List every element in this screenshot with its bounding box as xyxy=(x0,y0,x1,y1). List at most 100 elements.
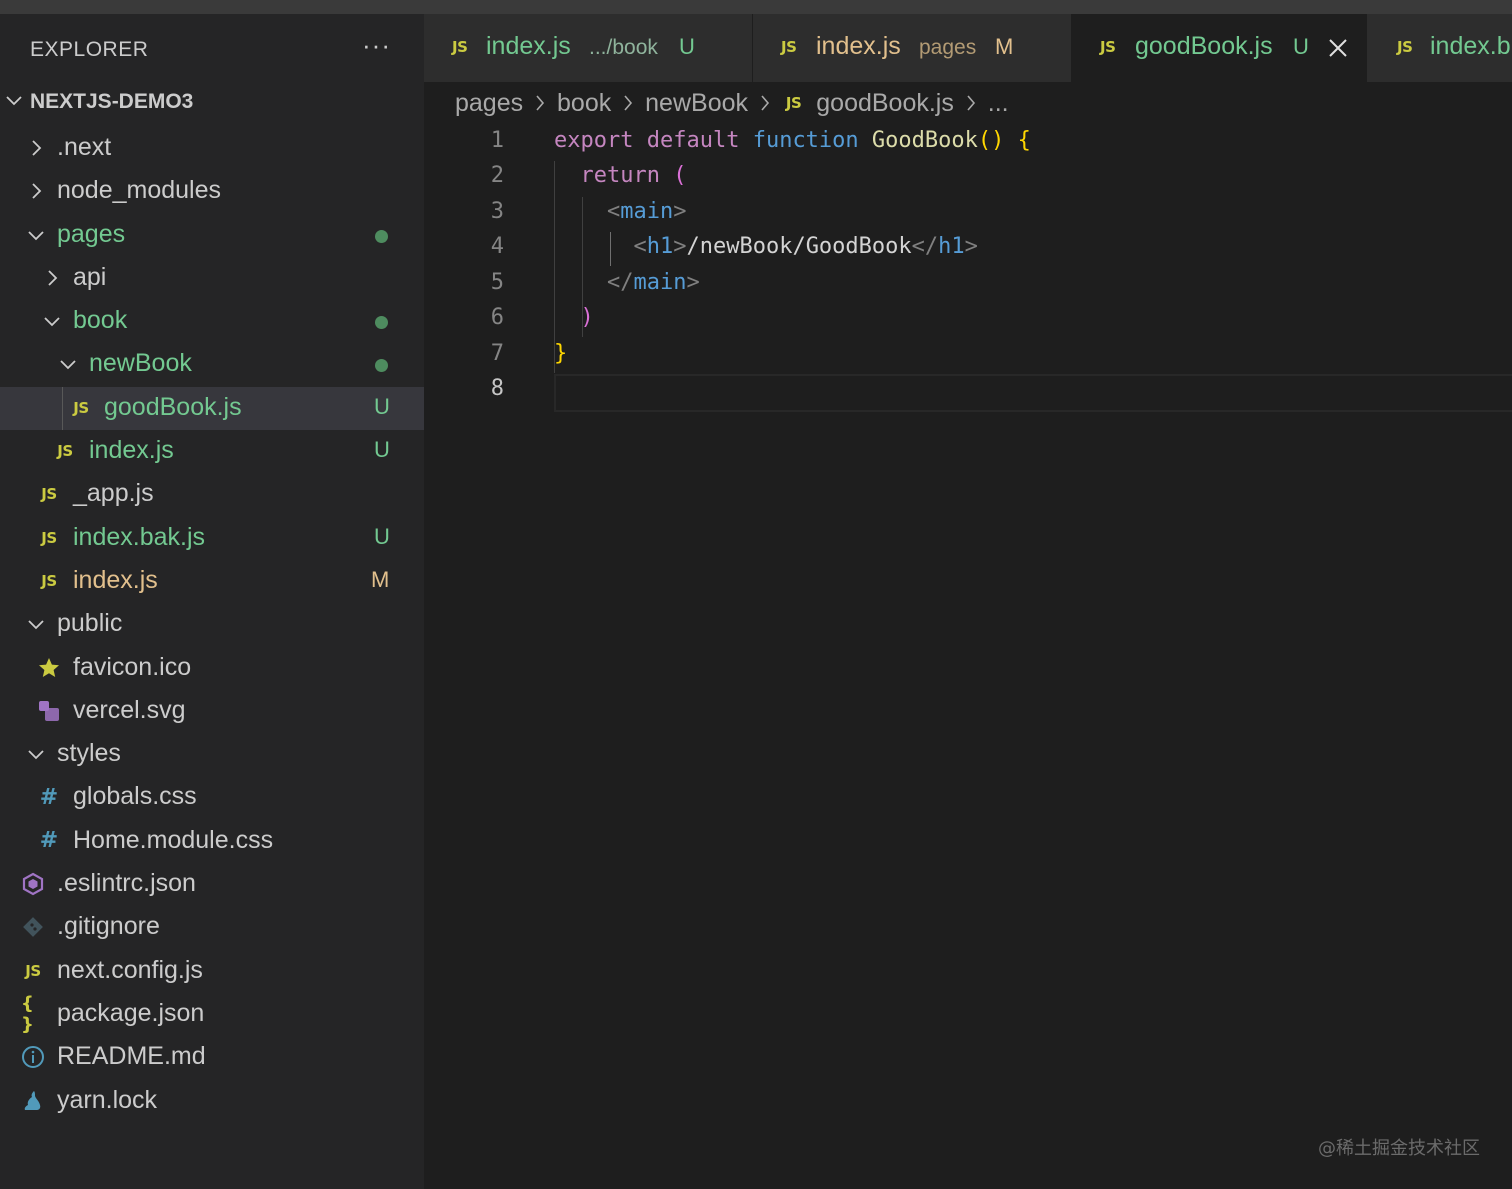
git-icon xyxy=(23,917,43,938)
tree-item-yarn-lock[interactable]: yarn.lock xyxy=(0,1080,424,1123)
tree-item-index-bak-js[interactable]: JS index.bak.js U xyxy=(0,517,424,560)
changes-dot xyxy=(375,316,388,330)
tree-item-app-js[interactable]: JS _app.js xyxy=(0,473,424,516)
tree-item-label: vercel.svg xyxy=(73,695,186,724)
code-line: ) xyxy=(554,305,594,330)
editor-tab-bar: JS index.js .../book U JS index.js pages… xyxy=(424,14,1512,82)
punct-token: > xyxy=(686,270,700,295)
chevron-down-icon xyxy=(28,620,44,630)
code-line: </main> xyxy=(554,270,700,295)
tab-description: pages xyxy=(919,36,977,59)
code-editor[interactable]: 1 2 3 4 5 6 7 8 export default function … xyxy=(424,126,1512,1189)
tab-pages-index-js[interactable]: JS index.js pages M xyxy=(753,14,1072,82)
tag-token: main xyxy=(633,270,687,295)
file-tree: .next node_modules pages api book newBoo… xyxy=(0,127,424,1123)
git-status-badge: U xyxy=(374,437,390,463)
tree-item-label: package.json xyxy=(57,998,205,1027)
keyword-token: function xyxy=(752,128,859,153)
tree-item-next[interactable]: .next xyxy=(0,127,424,170)
tab-goodbook-js[interactable]: JS goodBook.js U xyxy=(1072,14,1367,82)
chevron-right-icon xyxy=(32,140,42,156)
window-top-strip xyxy=(0,0,1512,14)
tree-item-label: .next xyxy=(57,133,112,161)
tree-item-label: api xyxy=(73,262,107,291)
chevron-down-icon xyxy=(6,96,22,106)
tree-item-next-config[interactable]: JS next.config.js xyxy=(0,950,424,993)
tree-item-label: book xyxy=(73,306,128,335)
tree-item-home-module-css[interactable]: # Home.module.css xyxy=(0,820,424,863)
tree-item-label: newBook xyxy=(89,349,192,378)
chevron-right-icon xyxy=(967,95,975,111)
tree-item-eslintrc[interactable]: .eslintrc.json xyxy=(0,863,424,906)
breadcrumb-item[interactable]: book xyxy=(557,89,611,117)
punct-token: > xyxy=(673,199,687,224)
brace-token: { xyxy=(1017,128,1031,153)
line-number: 1 xyxy=(490,128,504,153)
tree-item-pages-index-js[interactable]: JS index.js M xyxy=(0,560,424,603)
tree-item-label: index.js xyxy=(73,565,158,594)
tree-item-vercel-svg[interactable]: vercel.svg xyxy=(0,690,424,733)
tree-item-api[interactable]: api xyxy=(0,257,424,300)
css-file-icon: # xyxy=(39,784,59,810)
close-icon[interactable] xyxy=(1326,36,1350,60)
breadcrumb-item[interactable]: goodBook.js xyxy=(816,89,954,117)
breadcrumb-item[interactable]: newBook xyxy=(645,89,748,117)
js-file-icon: JS xyxy=(73,398,89,417)
tree-item-label: pages xyxy=(57,219,126,248)
tree-item-label: node_modules xyxy=(57,176,222,205)
css-file-icon: # xyxy=(39,828,59,854)
paren-token: () xyxy=(977,128,1005,153)
tree-item-readme[interactable]: README.md xyxy=(0,1036,424,1079)
more-actions-button[interactable]: ··· xyxy=(362,30,391,61)
breadcrumb-item[interactable]: ... xyxy=(988,89,1009,117)
line-number: 7 xyxy=(490,341,504,366)
tab-title: index.b xyxy=(1430,32,1511,60)
js-file-icon: JS xyxy=(41,485,57,504)
tree-item-label: goodBook.js xyxy=(104,392,242,421)
tree-item-node-modules[interactable]: node_modules xyxy=(0,170,424,213)
tree-item-book[interactable]: book xyxy=(0,300,424,343)
tree-item-styles[interactable]: styles xyxy=(0,733,424,776)
tree-item-gitignore[interactable]: .gitignore xyxy=(0,906,424,949)
tree-item-newbook[interactable]: newBook xyxy=(0,343,424,386)
paren-token: ( xyxy=(673,163,687,188)
chevron-right-icon xyxy=(624,95,633,111)
tree-item-label: README.md xyxy=(57,1042,206,1071)
line-number: 2 xyxy=(490,163,504,188)
tree-item-book-index-js[interactable]: JS index.js U xyxy=(0,430,424,473)
js-file-icon: JS xyxy=(41,571,57,590)
json-file-icon: { } xyxy=(21,992,34,1035)
code-line: <h1>/newBook/GoodBook</h1> xyxy=(554,234,977,259)
tree-item-favicon[interactable]: favicon.ico xyxy=(0,647,424,690)
tree-item-label: index.bak.js xyxy=(73,522,206,551)
punct-token: > xyxy=(673,234,687,259)
tree-item-public[interactable]: public xyxy=(0,603,424,646)
chevron-right-icon xyxy=(536,95,545,111)
tree-item-label: _app.js xyxy=(73,479,154,508)
tree-item-goodbook-js[interactable]: JS goodBook.js U xyxy=(0,386,424,431)
star-icon xyxy=(39,657,59,677)
breadcrumb-item[interactable]: pages xyxy=(455,89,523,117)
tab-index-bak-js[interactable]: JS index.b xyxy=(1367,14,1512,82)
tag-token: main xyxy=(620,199,674,224)
tree-item-label: Home.module.css xyxy=(73,825,274,854)
tab-book-index-js[interactable]: JS index.js .../book U xyxy=(424,14,753,82)
tree-item-pages[interactable]: pages xyxy=(0,214,424,257)
code-line: export default function GoodBook() { xyxy=(554,128,1031,153)
watermark: @稀土掘金技术社区 xyxy=(1318,1138,1480,1159)
tree-item-label: .gitignore xyxy=(57,912,160,941)
explorer-sidebar: EXPLORER ··· NEXTJS-DEMO3 .next node_mod… xyxy=(0,14,424,1189)
tree-item-globals-css[interactable]: # globals.css xyxy=(0,776,424,819)
tree-item-package-json[interactable]: { } package.json xyxy=(0,993,424,1036)
line-number: 5 xyxy=(490,270,504,295)
js-file-icon: JS xyxy=(781,38,797,56)
project-root[interactable]: NEXTJS-DEMO3 xyxy=(0,86,424,122)
code-line: return ( xyxy=(554,163,687,188)
punct-token: < xyxy=(633,234,647,259)
tab-title: index.js xyxy=(816,32,901,60)
info-icon xyxy=(22,1046,44,1069)
keyword-token: return xyxy=(580,163,660,188)
tree-item-label: yarn.lock xyxy=(57,1085,158,1114)
code-line: } xyxy=(554,341,567,366)
tree-item-label: styles xyxy=(57,739,121,768)
